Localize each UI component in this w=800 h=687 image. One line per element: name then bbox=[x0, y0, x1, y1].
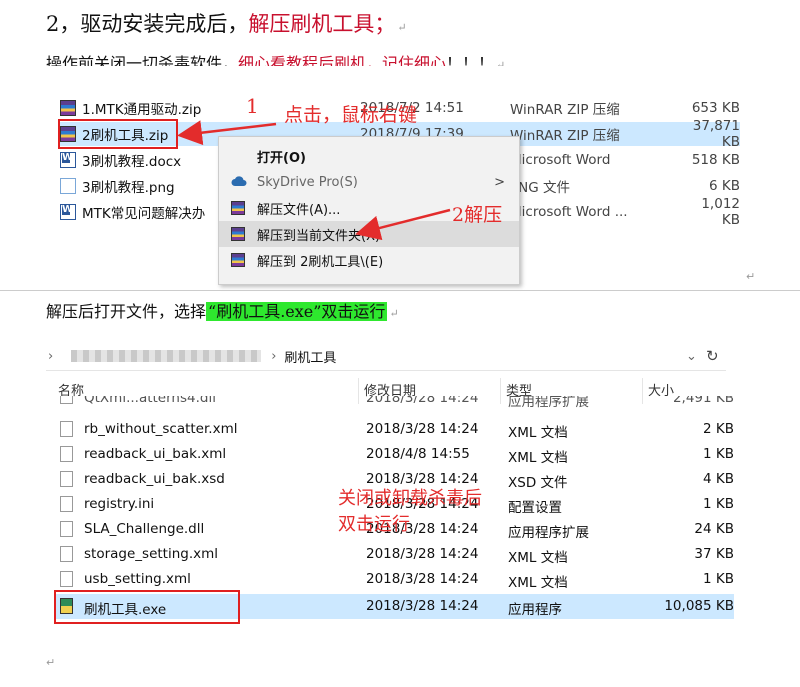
row-size: 4 KB bbox=[703, 471, 734, 487]
chevron-right-icon: › bbox=[48, 348, 54, 364]
arrow-step2 bbox=[355, 208, 451, 241]
row-name: readback_ui_bak.xsd bbox=[84, 471, 225, 487]
row-date: 2018/3/28 14:24 bbox=[366, 571, 479, 587]
row-type: XML 文档 bbox=[508, 450, 568, 466]
row-name: storage_setting.xml bbox=[84, 546, 219, 562]
row-type: XML 文档 bbox=[508, 575, 568, 591]
blurred-path bbox=[71, 350, 262, 362]
row-date: 2018/3/28 14:24 bbox=[366, 546, 479, 562]
arrow-step1 bbox=[177, 120, 277, 146]
paragraph-mark: ↵ bbox=[389, 307, 399, 320]
row-type: XML 文档 bbox=[508, 550, 568, 566]
step3-annotation-line1: 关闭或卸载杀毒后 bbox=[338, 488, 482, 509]
row-size: 2,491 KB bbox=[672, 396, 734, 406]
row-date: 2018/3/28 14:24 bbox=[366, 598, 479, 614]
file-icon bbox=[60, 571, 73, 587]
breadcrumb-current-folder[interactable]: 刷机工具 bbox=[284, 347, 336, 366]
row-type: XSD 文件 bbox=[508, 475, 568, 491]
address-bar[interactable]: › › 刷机工具 ⌄ ↻ bbox=[46, 342, 726, 371]
file-icon bbox=[60, 446, 73, 462]
instruction-highlight: “刷机工具.exe”双击运行 bbox=[206, 302, 388, 321]
table-row[interactable]: usb_setting.xml 2018/3/28 14:24 XML 文档 1… bbox=[54, 567, 734, 592]
explorer-screenshot: › › 刷机工具 ⌄ ↻ 名称 修改日期 类型 大小 QtXml...atter… bbox=[46, 338, 754, 628]
refresh-icon[interactable]: ↻ bbox=[706, 347, 719, 365]
file-icon bbox=[60, 421, 73, 437]
row-name: SLA_Challenge.dll bbox=[84, 521, 205, 537]
row-type: 应用程序 bbox=[508, 602, 562, 618]
file-icon bbox=[60, 396, 73, 404]
table-row[interactable]: storage_setting.xml 2018/3/28 14:24 XML … bbox=[54, 542, 734, 567]
table-row[interactable]: readback_ui_bak.xml 2018/4/8 14:55 XML 文… bbox=[54, 442, 734, 467]
row-type: 应用程序扩展 bbox=[508, 525, 589, 541]
row-type: 应用程序扩展 bbox=[508, 396, 589, 410]
step3-annotation-line2: 双击运行 bbox=[338, 514, 410, 535]
row-size: 1 KB bbox=[703, 571, 734, 587]
paragraph-mark: ↵ bbox=[746, 270, 756, 283]
file-icon bbox=[60, 521, 73, 537]
row-name: registry.ini bbox=[84, 496, 155, 512]
row-size: 1 KB bbox=[703, 446, 734, 462]
chevron-down-icon[interactable]: ⌄ bbox=[686, 349, 697, 364]
row-size: 1 KB bbox=[703, 496, 734, 512]
row-date: 2018/4/8 14:55 bbox=[366, 446, 470, 462]
chevron-right-icon: › bbox=[271, 348, 277, 364]
row-name: readback_ui_bak.xml bbox=[84, 446, 227, 462]
instruction-text: 解压后打开文件，选择 “刷机工具.exe”双击运行 ↵ bbox=[46, 298, 399, 322]
table-row[interactable]: rb_without_scatter.xml 2018/3/28 14:24 X… bbox=[54, 417, 734, 442]
row-name: usb_setting.xml bbox=[84, 571, 191, 587]
row-size: 2 KB bbox=[703, 421, 734, 437]
highlight-box-exe bbox=[54, 590, 240, 624]
page-divider bbox=[0, 290, 800, 291]
paragraph-mark: ↵ bbox=[46, 656, 56, 669]
row-size: 24 KB bbox=[694, 521, 734, 537]
row-name: QtXml...atterns4.dll bbox=[84, 396, 216, 406]
row-date: 2018/3/28 14:24 bbox=[366, 396, 479, 406]
table-row[interactable]: QtXml...atterns4.dll 2018/3/28 14:24 应用程… bbox=[54, 396, 734, 410]
instruction-prefix: 解压后打开文件，选择 bbox=[46, 302, 207, 321]
row-name: rb_without_scatter.xml bbox=[84, 421, 238, 437]
row-type: 配置设置 bbox=[508, 500, 562, 516]
row-size: 37 KB bbox=[694, 546, 734, 562]
row-size: 10,085 KB bbox=[664, 598, 734, 614]
file-icon bbox=[60, 471, 73, 487]
row-type: XML 文档 bbox=[508, 425, 568, 441]
file-icon bbox=[60, 496, 73, 512]
file-icon bbox=[60, 546, 73, 562]
row-date: 2018/3/28 14:24 bbox=[366, 421, 479, 437]
